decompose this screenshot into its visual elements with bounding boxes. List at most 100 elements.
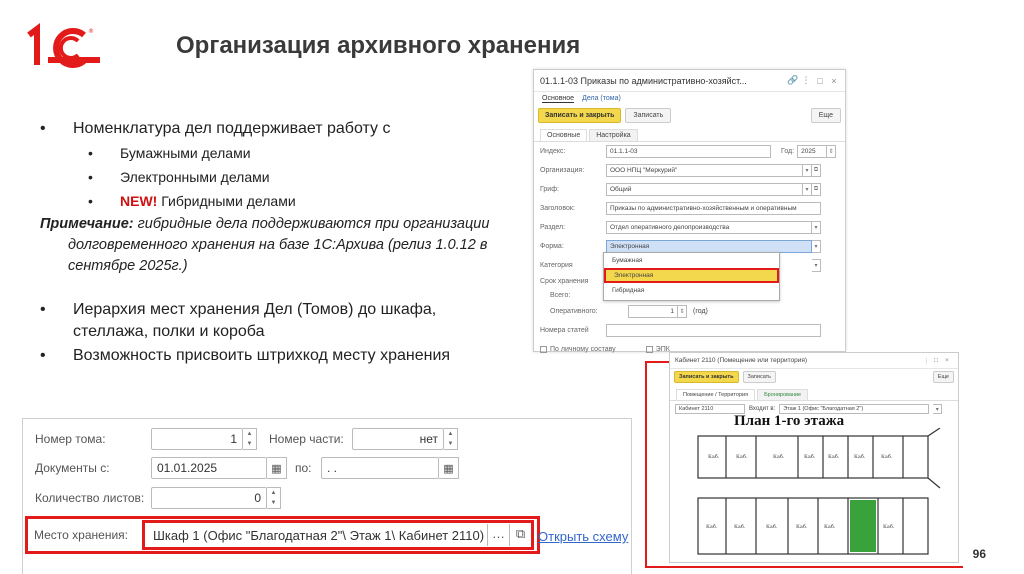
section-field[interactable]: Отдел оперативного делопроизводства [606,221,812,234]
save-button[interactable]: Записать [742,371,777,383]
sheets-stepper[interactable]: ▲ ▼ [267,487,281,509]
svg-text:Каб.: Каб. [736,453,748,460]
svg-text:Каб.: Каб. [708,453,720,460]
slide-number: 96 [972,547,986,561]
menu-icon[interactable]: ⋮ [801,75,811,86]
place-select-button[interactable]: … [487,524,509,546]
dropdown-option-electronic[interactable]: Электронная [604,268,779,283]
save-button[interactable]: Записать [625,108,672,123]
total-label: Всего: [550,291,571,299]
docs-to-label: по: [295,461,312,475]
docs-to-field[interactable]: . . [321,457,439,479]
heading-field[interactable]: Приказы по административно-хозяйственным… [606,202,821,215]
sheets-field[interactable]: 0 [151,487,267,509]
menu-icon[interactable]: ⋮ [923,357,931,365]
section-dropdown[interactable]: ▾ [812,221,821,234]
category-label: Категория [540,262,573,269]
year-label: Год: [781,148,795,155]
org-field[interactable]: ООО НПЦ "Меркурий" [606,164,803,177]
index-label: Индекс: [540,148,566,155]
year-stepper[interactable]: ⇕ [827,145,837,158]
svg-text:Каб.: Каб. [883,523,895,530]
form-dropdown[interactable]: ▾ [812,240,821,253]
inner-tab-main[interactable]: Основные [540,129,588,141]
form-dropdown-list: Бумажная Электронная Гибридная [603,252,780,301]
personal-checkbox[interactable] [540,346,547,353]
year-field[interactable]: 2025 [797,145,828,158]
close-icon[interactable]: × [829,76,839,86]
part-label: Номер части: [269,432,344,446]
org-label: Организация: [540,167,585,174]
docs-from-label: Документы с: [35,461,110,475]
heading-label: Заголовок: [540,205,575,212]
save-close-button[interactable]: Записать и закрыть [538,108,622,123]
grif-open[interactable]: ⧉ [812,183,821,196]
docs-from-field[interactable]: 01.01.2025 [151,457,267,479]
category-dropdown[interactable]: ▾ [812,259,821,272]
link-icon[interactable]: 🔗 [787,75,798,86]
org-open[interactable]: ⧉ [812,164,821,177]
operative-field[interactable]: 1 [628,305,678,318]
section-label: Раздел: [540,224,566,231]
parent-dropdown[interactable]: ▾ [933,404,943,414]
svg-text:Каб.: Каб. [881,453,893,460]
form2-title: Кабинет 2110 (Помещение или территория) [675,357,808,364]
tab-volumes[interactable]: Дела (тома) [582,95,621,103]
more-button[interactable]: Еще [932,371,954,383]
svg-text:Каб.: Каб. [828,453,840,460]
bullet-barcode: Возможность присвоить штрихкод месту хра… [40,345,510,367]
grif-dropdown[interactable]: ▾ [803,183,812,196]
tab-booking[interactable]: Бронирование [757,389,809,400]
save-close-button[interactable]: Записать и закрыть [674,371,739,383]
parent-label: Входит в: [749,406,776,412]
form1-title: 01.1.1-03 Приказы по административно-хоз… [540,75,747,86]
floor-plan[interactable]: Каб. Каб. Каб. Каб. Каб. Каб. Каб. Каб. Каб. К… [678,428,952,560]
operative-stepper[interactable]: ⇕ [678,305,687,318]
inner-tab-settings[interactable]: Настройка [589,129,638,141]
articles-label: Номера статей [540,327,589,334]
articles-field[interactable] [606,324,821,337]
open-scheme-link[interactable]: Открыть схему [538,529,628,544]
maximize-icon[interactable]: □ [934,357,942,364]
highlighted-room [850,500,876,552]
part-stepper[interactable]: ▲ ▼ [444,428,458,450]
1c-logo: ® [27,23,100,68]
grif-field[interactable]: Общий [606,183,803,196]
place-value[interactable]: Шкаф 1 (Офис "Благодатная 2"\ Этаж 1\ Ка… [145,528,487,543]
epk-label: ЭПК [655,346,670,353]
svg-text:Каб.: Каб. [824,523,836,530]
volume-field[interactable]: 1 [151,428,243,450]
volume-label: Номер тома: [35,432,106,446]
svg-text:Каб.: Каб. [706,523,718,530]
part-field[interactable]: нет [352,428,444,450]
volume-stepper[interactable]: ▲ ▼ [243,428,257,450]
storage-label: Срок хранения [540,278,589,285]
bullet-list: Номенклатура дел поддерживает работу с Б… [40,118,510,369]
epk-checkbox[interactable] [645,346,653,353]
index-field[interactable]: 01.1.1-03 [606,145,771,158]
svg-text:Каб.: Каб. [854,453,866,460]
operative-unit: (год) [693,308,708,315]
room-form: Кабинет 2110 (Помещение или территория) … [669,352,959,563]
page-title: Организация архивного хранения [176,32,581,59]
calendar-icon[interactable]: ▦ [267,457,287,479]
dropdown-option-hybrid[interactable]: Гибридная [604,283,779,298]
tab-room[interactable]: Помещение / Территория [676,389,756,400]
dropdown-option-paper[interactable]: Бумажная [604,253,779,268]
svg-text:®: ® [88,28,94,35]
grif-label: Гриф: [540,186,559,193]
tab-main[interactable]: Основное [542,95,575,103]
bullet-hierarchy: Иерархия мест хранения Дел (Томов) до шк… [40,299,510,343]
place-open-icon[interactable]: ⧉ [509,524,531,546]
place-field[interactable]: Шкаф 1 (Офис "Благодатная 2"\ Этаж 1\ Ка… [142,520,534,550]
new-badge: NEW! [120,193,158,209]
more-button[interactable]: Еще [810,108,841,123]
note: Примечание: гибридные дела поддерживаютс… [40,216,490,274]
maximize-icon[interactable]: □ [815,76,825,86]
svg-text:Каб.: Каб. [766,523,778,530]
close-icon[interactable]: × [945,357,953,364]
place-label: Место хранения: [34,528,128,542]
calendar-icon[interactable]: ▦ [439,457,459,479]
svg-text:Каб.: Каб. [734,523,746,530]
org-dropdown[interactable]: ▾ [803,164,812,177]
